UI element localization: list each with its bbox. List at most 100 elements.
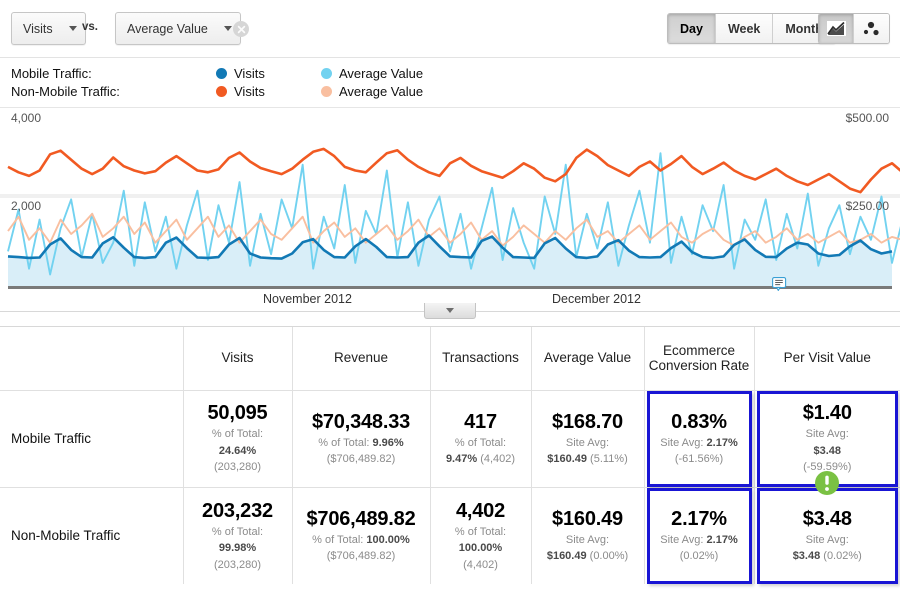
y2-axis-tick-top-right: $500.00: [846, 111, 889, 125]
table-cell: $168.70Site Avg:$160.49 (5.11%): [531, 390, 644, 487]
x-axis-line: [8, 286, 892, 289]
highlighted-metric-cell: 0.83%Site Avg: 2.17%(-61.56%): [647, 391, 752, 487]
metric-value: 4,402: [435, 499, 527, 524]
metric-subtext: % of Total: 100.00%($706,489.82): [297, 532, 426, 565]
metric-value: $1.40: [803, 401, 852, 426]
table-cell: $160.49Site Avg:$160.49 (0.00%): [531, 487, 644, 584]
metric-subtext: Site Avg:$3.48(-59.59%): [803, 426, 851, 476]
metric-subtext: Site Avg: 2.17%(-61.56%): [660, 435, 737, 468]
metric-subtext: % of Total:100.00%(4,402): [435, 524, 527, 574]
chart-plot-area: [0, 108, 900, 288]
column-header-blank: [0, 327, 183, 390]
y2-axis-tick-bottom-right: $250.00: [846, 199, 889, 213]
collapse-chart-button[interactable]: [424, 303, 476, 319]
vs-label: vs.: [82, 21, 98, 33]
granularity-week-button[interactable]: Week: [716, 14, 773, 43]
table-cell: 203,232% of Total:99.98%(203,280): [183, 487, 292, 584]
legend-group-label: Non-Mobile Traffic:: [11, 84, 216, 99]
chevron-down-icon: [446, 308, 454, 313]
metric-a-dropdown[interactable]: Visits: [11, 12, 86, 45]
legend-swatch-icon: [216, 86, 227, 97]
column-header-per-visit-value[interactable]: Per Visit Value: [754, 327, 900, 390]
table-cell: 417% of Total:9.47% (4,402): [430, 390, 531, 487]
metric-value: 417: [435, 410, 527, 435]
metric-b-label: Average Value: [127, 22, 208, 36]
column-header-transactions[interactable]: Transactions: [430, 327, 531, 390]
column-header-ecommerce-conversion-rate[interactable]: Ecommerce Conversion Rate: [644, 327, 754, 390]
comparison-table: Visits Revenue Transactions Average Valu…: [0, 327, 900, 584]
timeseries-chart[interactable]: 4,000 2,000 $500.00 $250.00 November 201…: [0, 107, 900, 311]
metric-value: 0.83%: [671, 410, 727, 435]
metric-subtext: Site Avg:$160.49 (0.00%): [536, 532, 640, 565]
table-header: Visits Revenue Transactions Average Valu…: [0, 327, 900, 390]
metric-value: $70,348.33: [297, 410, 426, 435]
table-cell: $3.48Site Avg:$3.48 (0.02%): [754, 487, 900, 584]
table-cell: 2.17%Site Avg: 2.17%(0.02%): [644, 487, 754, 584]
column-header-revenue[interactable]: Revenue: [292, 327, 430, 390]
legend-item-mobile-average-value[interactable]: Average Value: [321, 66, 423, 81]
table-row: Mobile Traffic50,095% of Total:24.64%(20…: [0, 390, 900, 487]
row-label: Mobile Traffic: [0, 390, 183, 487]
legend-group-label: Mobile Traffic:: [11, 66, 216, 81]
metric-a-label: Visits: [23, 22, 53, 36]
metric-subtext: Site Avg: 2.17%(0.02%): [660, 532, 737, 565]
legend-item-label: Average Value: [339, 84, 423, 99]
legend-swatch-icon: [321, 86, 332, 97]
chart-toolbar: Visits vs. Average Value Day Week Month: [0, 0, 900, 57]
metric-value: $3.48: [803, 507, 852, 532]
x-axis-tick-december: December 2012: [552, 292, 641, 306]
chart-legend: Mobile Traffic: Visits Average Value Non…: [0, 63, 900, 105]
y-axis-tick-top-left: 4,000: [11, 111, 41, 125]
metric-value: 203,232: [188, 499, 288, 524]
legend-item-label: Average Value: [339, 66, 423, 81]
chevron-down-icon: [69, 26, 77, 31]
chevron-down-icon: [224, 26, 232, 31]
analytics-comparison-page: Visits vs. Average Value Day Week Month: [0, 0, 900, 596]
chart-type-toggle-group[interactable]: [818, 13, 890, 44]
granularity-day-button[interactable]: Day: [668, 14, 716, 43]
legend-item-non-mobile-visits[interactable]: Visits: [216, 84, 321, 99]
table-cell: $70,348.33% of Total: 9.96%($706,489.82): [292, 390, 430, 487]
y-axis-tick-bottom-left: 2,000: [11, 199, 41, 213]
legend-row-non-mobile: Non-Mobile Traffic: Visits Average Value: [11, 83, 423, 100]
legend-item-label: Visits: [234, 84, 265, 99]
chart-svg: [0, 108, 900, 288]
metric-subtext: % of Total:99.98%(203,280): [188, 524, 288, 574]
metric-subtext: % of Total: 9.96%($706,489.82): [297, 435, 426, 468]
legend-swatch-icon: [216, 68, 227, 79]
column-header-visits[interactable]: Visits: [183, 327, 292, 390]
legend-item-non-mobile-average-value[interactable]: Average Value: [321, 84, 423, 99]
metrics-table: Visits Revenue Transactions Average Valu…: [0, 326, 900, 596]
table-header-row: Visits Revenue Transactions Average Valu…: [0, 327, 900, 390]
table-cell: 0.83%Site Avg: 2.17%(-61.56%): [644, 390, 754, 487]
highlighted-metric-cell: $3.48Site Avg:$3.48 (0.02%): [757, 488, 899, 585]
x-axis-tick-november: November 2012: [263, 292, 352, 306]
metric-value: 2.17%: [671, 507, 727, 532]
granularity-toggle-group[interactable]: Day Week Month: [667, 13, 836, 44]
metric-subtext: Site Avg:$3.48 (0.02%): [793, 532, 862, 565]
scatter-chart-icon[interactable]: [854, 14, 889, 43]
line-chart-icon[interactable]: [819, 14, 854, 43]
table-body: Mobile Traffic50,095% of Total:24.64%(20…: [0, 390, 900, 584]
table-cell: 4,402% of Total:100.00%(4,402): [430, 487, 531, 584]
metric-value: $706,489.82: [297, 507, 426, 532]
legend-item-label: Visits: [234, 66, 265, 81]
table-row: Non-Mobile Traffic203,232% of Total:99.9…: [0, 487, 900, 584]
metric-b-dropdown[interactable]: Average Value: [115, 12, 241, 45]
legend-swatch-icon: [321, 68, 332, 79]
table-cell: $1.40Site Avg:$3.48(-59.59%): [754, 390, 900, 487]
metric-subtext: % of Total:9.47% (4,402): [435, 435, 527, 468]
metric-value: $160.49: [536, 507, 640, 532]
close-circle-icon[interactable]: [233, 21, 249, 37]
metric-value: 50,095: [188, 401, 288, 426]
metric-subtext: % of Total:24.64%(203,280): [188, 426, 288, 476]
legend-row-mobile: Mobile Traffic: Visits Average Value: [11, 65, 423, 82]
green-alert-icon[interactable]: [814, 470, 840, 501]
column-header-average-value[interactable]: Average Value: [531, 327, 644, 390]
highlighted-metric-cell: 2.17%Site Avg: 2.17%(0.02%): [647, 488, 752, 585]
annotation-bubble-icon[interactable]: [772, 277, 789, 291]
table-cell: $706,489.82% of Total: 100.00%($706,489.…: [292, 487, 430, 584]
metric-value: $168.70: [536, 410, 640, 435]
legend-item-mobile-visits[interactable]: Visits: [216, 66, 321, 81]
chart-series-line: [8, 149, 900, 192]
